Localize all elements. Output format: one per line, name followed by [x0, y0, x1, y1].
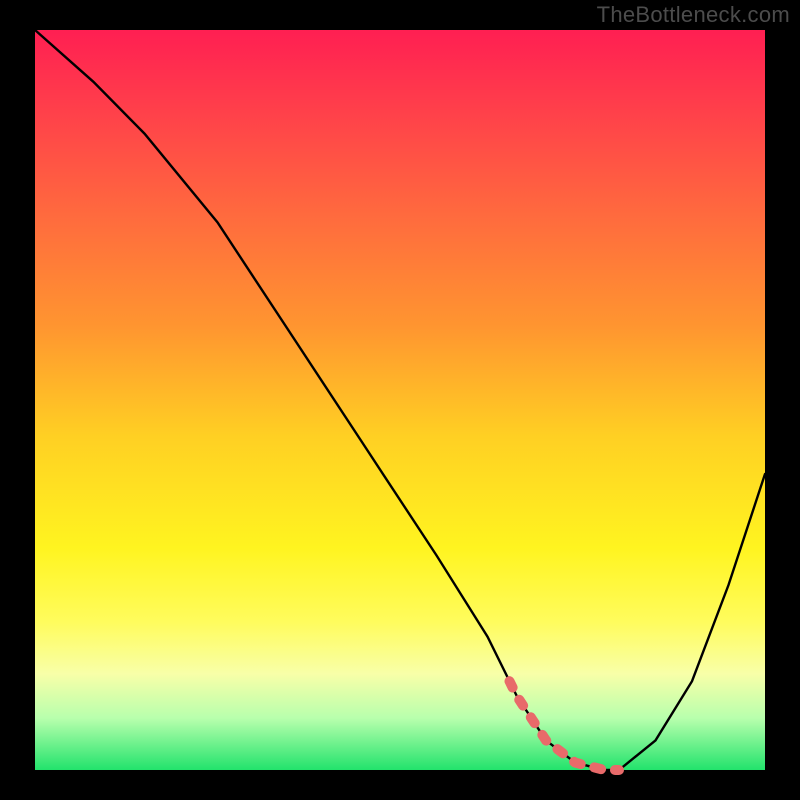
- chart-frame: TheBottleneck.com: [0, 0, 800, 800]
- bottleneck-curve-path: [35, 30, 765, 770]
- curve-svg: [35, 30, 765, 770]
- optimum-highlight: [510, 681, 620, 770]
- watermark-text: TheBottleneck.com: [597, 2, 790, 28]
- plot-area: [35, 30, 765, 770]
